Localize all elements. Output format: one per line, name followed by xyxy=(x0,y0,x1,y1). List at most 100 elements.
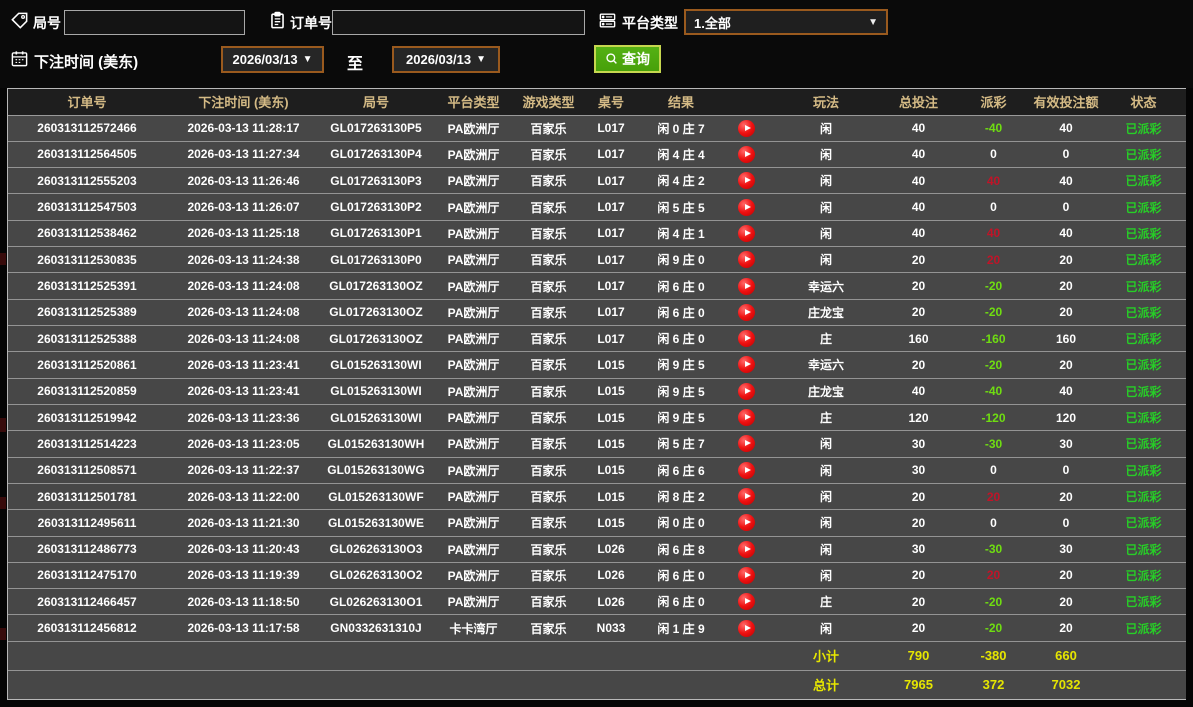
play-type-cell: 闲 xyxy=(771,168,881,194)
table-row: 2603131124956112026-03-13 11:21:30GL0152… xyxy=(8,510,1186,536)
play-video-button[interactable] xyxy=(738,462,755,479)
play-video-button[interactable] xyxy=(738,304,755,321)
search-button[interactable]: 查询 xyxy=(594,45,661,73)
column-header-3: 局号 xyxy=(321,89,431,115)
table-header-row: 订单号下注时间 (美东)局号平台类型游戏类型桌号结果玩法总投注派彩有效投注额状态 xyxy=(8,89,1186,115)
platform-cell: PA欧洲厅 xyxy=(431,220,516,246)
game-type-cell: 百家乐 xyxy=(516,299,581,325)
play-type-cell: 闲 xyxy=(771,615,881,641)
play-video-button[interactable] xyxy=(738,225,755,242)
play-type-cell: 闲 xyxy=(771,457,881,483)
status-cell: 已派彩 xyxy=(1101,589,1186,615)
play-type-cell: 闲 xyxy=(771,483,881,509)
play-video-button[interactable] xyxy=(738,488,755,505)
round-number-cell: GL017263130OZ xyxy=(321,326,431,352)
payout-cell: 20 xyxy=(956,247,1031,273)
play-type-cell: 庄 xyxy=(771,404,881,430)
table-row: 2603131125142232026-03-13 11:23:05GL0152… xyxy=(8,431,1186,457)
game-type-cell: 百家乐 xyxy=(516,352,581,378)
total-bet-cell: 20 xyxy=(881,615,956,641)
valid-bet-cell: 0 xyxy=(1031,457,1101,483)
play-video-button[interactable] xyxy=(738,409,755,426)
play-video-button[interactable] xyxy=(738,383,755,400)
payout-cell: -20 xyxy=(956,589,1031,615)
table-number-cell: L017 xyxy=(581,273,641,299)
table-number-cell: L015 xyxy=(581,510,641,536)
play-video-button[interactable] xyxy=(738,593,755,610)
order-number-input[interactable] xyxy=(332,10,585,35)
play-video-button[interactable] xyxy=(738,514,755,531)
empty-cell xyxy=(581,670,641,699)
platform-cell: PA欧洲厅 xyxy=(431,589,516,615)
valid-bet-cell: 40 xyxy=(1031,115,1101,141)
table-number-cell: L017 xyxy=(581,168,641,194)
play-video-button[interactable] xyxy=(738,199,755,216)
round-number-cell: GL017263130P0 xyxy=(321,247,431,273)
empty-cell xyxy=(581,641,641,670)
round-number-cell: GL015263130WI xyxy=(321,404,431,430)
play-video-button[interactable] xyxy=(738,278,755,295)
column-header-12: 有效投注额 xyxy=(1031,89,1101,115)
column-header-13: 状态 xyxy=(1101,89,1186,115)
table-row: 2603131125475032026-03-13 11:26:07GL0172… xyxy=(8,194,1186,220)
play-type-cell: 闲 xyxy=(771,115,881,141)
platform-type-select[interactable]: 1.全部 ▼ xyxy=(684,9,888,35)
total-bet-cell: 40 xyxy=(881,194,956,220)
column-header-1: 订单号 xyxy=(8,89,166,115)
date-to-value: 2026/03/13 xyxy=(406,52,471,67)
game-type-cell: 百家乐 xyxy=(516,194,581,220)
play-video-button[interactable] xyxy=(738,330,755,347)
platform-cell: PA欧洲厅 xyxy=(431,194,516,220)
round-number-cell: GL015263130WI xyxy=(321,352,431,378)
play-video-button[interactable] xyxy=(738,251,755,268)
column-header-5: 游戏类型 xyxy=(516,89,581,115)
result-cell: 闲 9 庄 0 xyxy=(641,247,721,273)
play-video-button[interactable] xyxy=(738,541,755,558)
play-type-cell: 闲 xyxy=(771,431,881,457)
total-bet-cell: 30 xyxy=(881,457,956,483)
order-number-cell: 260313112525389 xyxy=(8,299,166,325)
chevron-down-icon: ▼ xyxy=(476,54,486,65)
search-icon xyxy=(605,52,619,66)
video-cell xyxy=(721,194,771,220)
payout-cell: -160 xyxy=(956,326,1031,352)
total-bet-cell: 30 xyxy=(881,431,956,457)
tag-icon xyxy=(10,11,29,30)
video-cell xyxy=(721,510,771,536)
game-type-cell: 百家乐 xyxy=(516,273,581,299)
play-video-button[interactable] xyxy=(738,146,755,163)
round-number-cell: GL026263130O1 xyxy=(321,589,431,615)
play-video-button[interactable] xyxy=(738,120,755,137)
valid-bet-cell: 0 xyxy=(1031,510,1101,536)
total-bet-cell: 20 xyxy=(881,510,956,536)
table-row: 2603131125208592026-03-13 11:23:41GL0152… xyxy=(8,378,1186,404)
valid-bet-cell: 40 xyxy=(1031,168,1101,194)
game-type-cell: 百家乐 xyxy=(516,483,581,509)
date-to-select[interactable]: 2026/03/13 ▼ xyxy=(392,46,500,73)
column-header-2: 下注时间 (美东) xyxy=(166,89,321,115)
play-video-button[interactable] xyxy=(738,172,755,189)
round-number-input[interactable] xyxy=(64,10,245,35)
play-video-button[interactable] xyxy=(738,356,755,373)
date-from-select[interactable]: 2026/03/13 ▼ xyxy=(221,46,324,73)
play-video-button[interactable] xyxy=(738,620,755,637)
empty-cell xyxy=(516,641,581,670)
play-type-cell: 闲 xyxy=(771,562,881,588)
payout-cell: -20 xyxy=(956,273,1031,299)
status-cell: 已派彩 xyxy=(1101,536,1186,562)
table-row: 2603131124867732026-03-13 11:20:43GL0262… xyxy=(8,536,1186,562)
total-bet-cell: 160 xyxy=(881,326,956,352)
table-number-cell: L015 xyxy=(581,431,641,457)
status-cell: 已派彩 xyxy=(1101,194,1186,220)
video-cell xyxy=(721,352,771,378)
play-video-button[interactable] xyxy=(738,435,755,452)
result-cell: 闲 6 庄 0 xyxy=(641,299,721,325)
table-number-cell: L017 xyxy=(581,326,641,352)
video-cell xyxy=(721,483,771,509)
total-row: 总计79653727032 xyxy=(8,670,1186,699)
video-cell xyxy=(721,141,771,167)
total-bet-cell: 20 xyxy=(881,273,956,299)
video-cell xyxy=(721,115,771,141)
play-video-button[interactable] xyxy=(738,567,755,584)
play-type-cell: 闲 xyxy=(771,247,881,273)
